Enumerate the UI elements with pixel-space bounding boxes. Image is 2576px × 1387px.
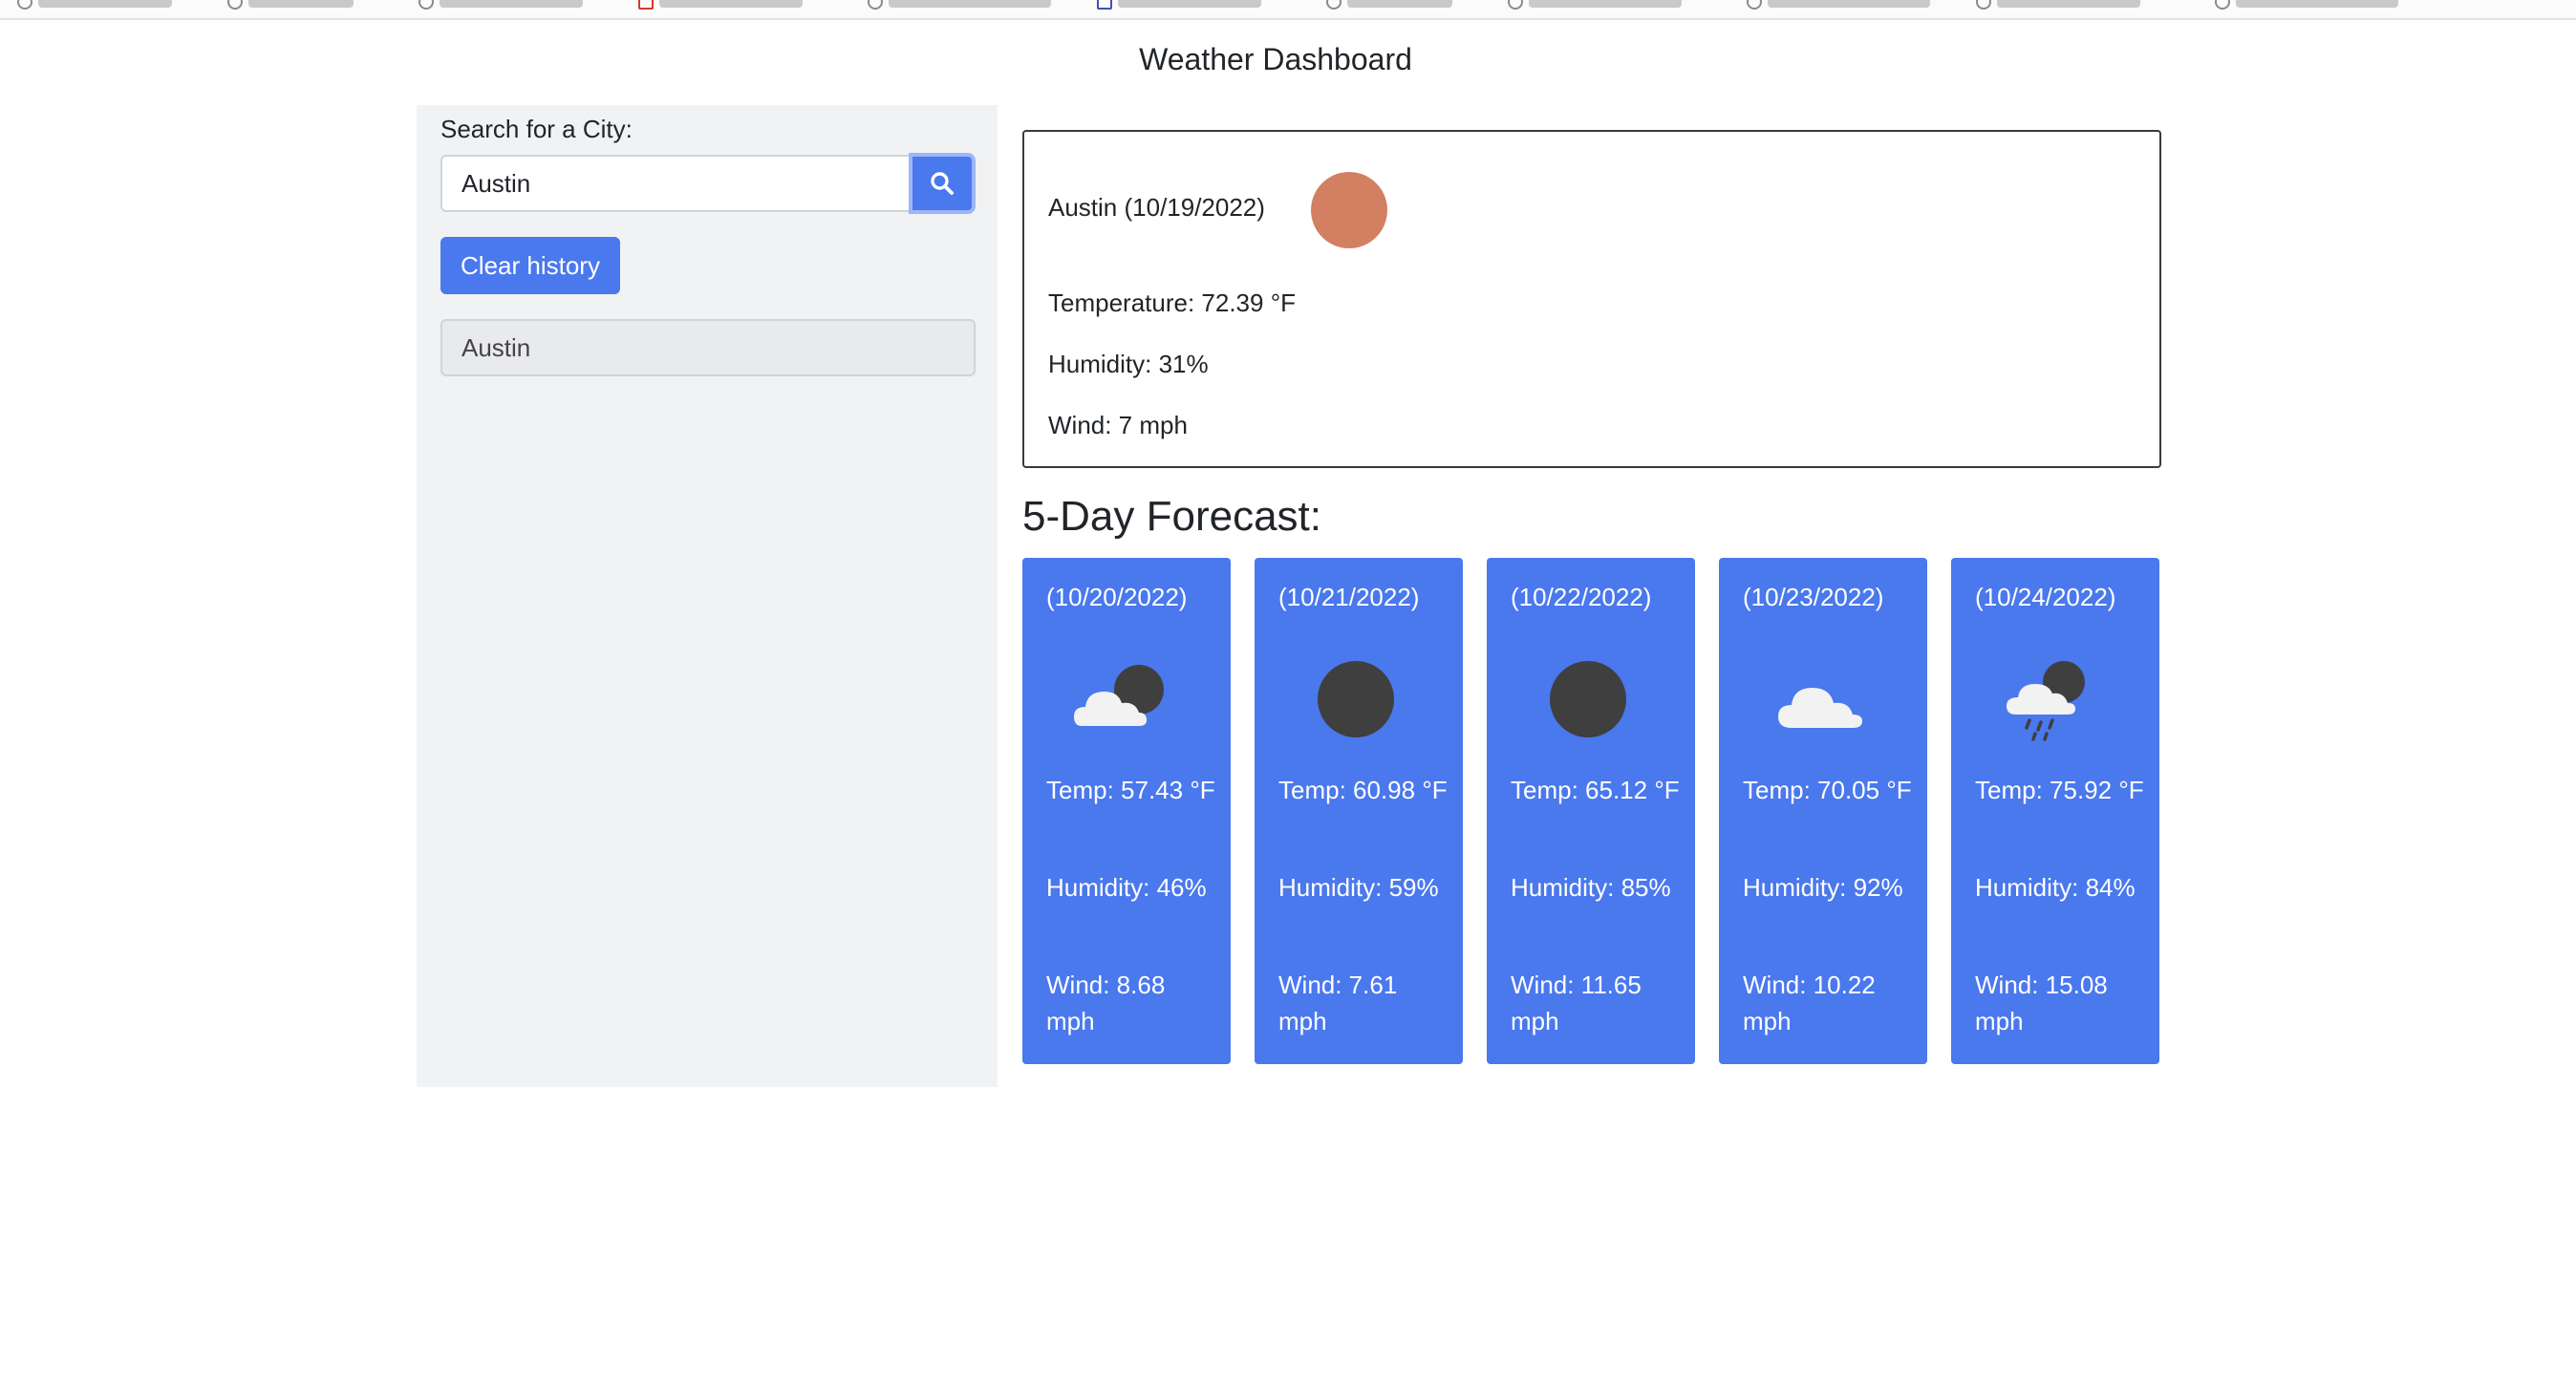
search-icon — [931, 172, 954, 195]
clear-night-moon-icon — [1550, 661, 1626, 737]
partly-cloudy-night-icon — [1074, 665, 1164, 726]
clear-day-sun-icon — [1311, 172, 1387, 248]
bookmark-icon[interactable] — [227, 0, 243, 10]
clear-history-button[interactable]: Clear history — [440, 237, 620, 294]
forecast-card: (10/22/2022) Temp: 65.12 °F Humidity: 85… — [1487, 558, 1695, 1064]
cloud-icon — [1778, 688, 1862, 728]
forecast-card: (10/21/2022) Temp: 60.98 °F Humidity: 59… — [1255, 558, 1463, 1064]
forecast-card: (10/24/2022) Temp: 75.92 °F Humidity: 84… — [1951, 558, 2159, 1064]
forecast-date: (10/21/2022) — [1278, 583, 1420, 611]
forecast-temp: Temp: 75.92 °F — [1975, 776, 2144, 804]
bookmark-icon[interactable] — [638, 0, 654, 10]
bookmark-icon[interactable] — [1747, 0, 1762, 10]
forecast-wind: Wind: 11.65 mph — [1511, 971, 1642, 1035]
forecast-card: (10/20/2022) Temp: 57.43 °F Humidity: 46… — [1022, 558, 1231, 1064]
forecast-temp: Temp: 65.12 °F — [1511, 776, 1680, 804]
current-wind: Wind: 7 mph — [1048, 411, 1188, 439]
bookmark-icon[interactable] — [1097, 0, 1112, 10]
bookmark-icon[interactable] — [1508, 0, 1523, 10]
current-humidity: Humidity: 31% — [1048, 350, 1209, 378]
forecast-date: (10/24/2022) — [1975, 583, 2116, 611]
forecast-humidity: Humidity: 46% — [1046, 873, 1207, 902]
forecast-humidity: Humidity: 59% — [1278, 873, 1439, 902]
forecast-temp: Temp: 57.43 °F — [1046, 776, 1215, 804]
forecast-humidity: Humidity: 84% — [1975, 873, 2136, 902]
bookmark-icon[interactable] — [419, 0, 434, 10]
forecast-temp: Temp: 70.05 °F — [1743, 776, 1912, 804]
forecast-date: (10/20/2022) — [1046, 583, 1188, 611]
forecast-humidity: Humidity: 92% — [1743, 873, 1903, 902]
history-item-austin[interactable]: Austin — [440, 319, 976, 376]
page-title: Weather Dashboard — [1139, 42, 1412, 76]
forecast-wind: Wind: 7.61 mph — [1278, 971, 1398, 1035]
current-city-date: Austin (10/19/2022) — [1048, 193, 1265, 222]
forecast-title: 5-Day Forecast: — [1022, 493, 1321, 540]
bookmark-icon[interactable] — [868, 0, 883, 10]
bookmarks-bar — [0, 0, 2576, 20]
current-weather-card: Austin (10/19/2022) Temperature: 72.39 °… — [1022, 130, 2161, 468]
forecast-temp: Temp: 60.98 °F — [1278, 776, 1448, 804]
search-button[interactable] — [909, 153, 976, 214]
forecast-wind: Wind: 15.08 mph — [1975, 971, 2108, 1035]
forecast-wind: Wind: 10.22 mph — [1743, 971, 1876, 1035]
sidebar: Search for a City: Clear history Austin — [417, 105, 998, 1087]
bookmark-icon[interactable] — [2215, 0, 2230, 10]
bookmark-icon[interactable] — [1326, 0, 1342, 10]
current-temperature: Temperature: 72.39 °F — [1048, 288, 1296, 317]
search-input[interactable] — [440, 155, 909, 212]
forecast-date: (10/22/2022) — [1511, 583, 1652, 611]
forecast-humidity: Humidity: 85% — [1511, 873, 1671, 902]
forecast-wind: Wind: 8.68 mph — [1046, 971, 1166, 1035]
search-label: Search for a City: — [440, 115, 633, 143]
forecast-card: (10/23/2022) Temp: 70.05 °F Humidity: 92… — [1719, 558, 1927, 1064]
forecast-date: (10/23/2022) — [1743, 583, 1884, 611]
rain-night-icon — [2007, 661, 2085, 741]
clear-night-moon-icon — [1318, 661, 1394, 737]
bookmark-icon[interactable] — [17, 0, 32, 10]
bookmark-icon[interactable] — [1976, 0, 1991, 10]
